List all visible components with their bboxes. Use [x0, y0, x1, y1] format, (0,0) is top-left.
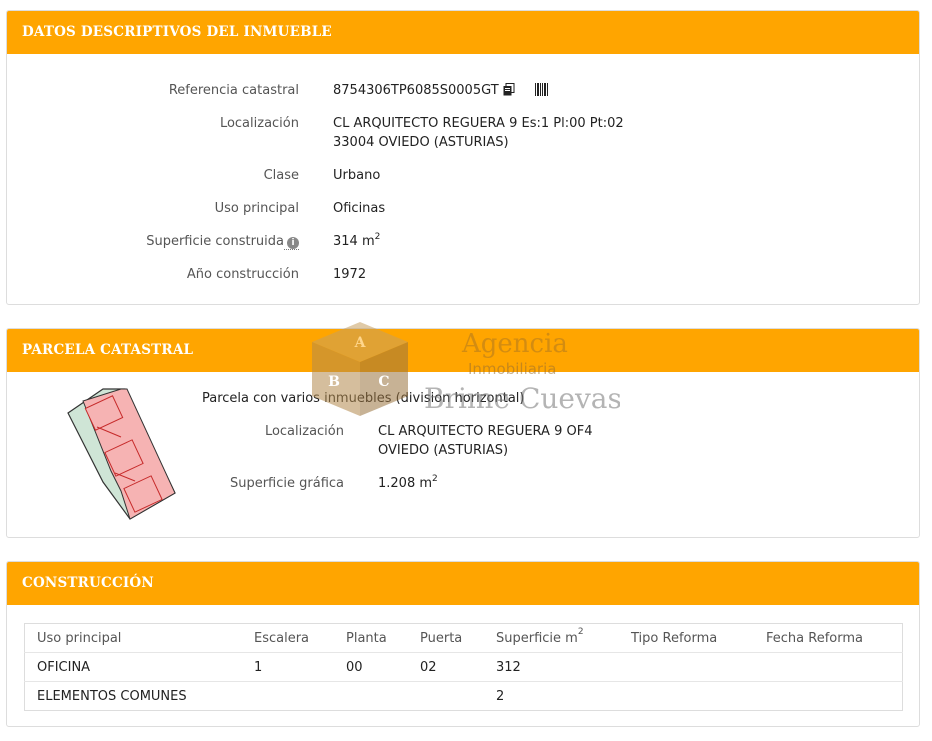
col-tipo-reforma: Tipo Reforma: [631, 630, 718, 646]
sup-label-row: Superficie construida i: [146, 232, 299, 251]
table-row: ELEMENTOS COMUNES 2: [24, 681, 903, 711]
parcela-sup-value: 1.208 m: [378, 476, 433, 491]
construccion-panel-title: CONSTRUCCIÓN: [7, 562, 919, 605]
sup-label: Superficie construida: [146, 234, 284, 249]
cell: 312: [484, 652, 619, 682]
ref-value-row: 8754306TP6085S0005GT: [333, 81, 549, 100]
cell: 2: [484, 681, 619, 711]
loc-line1: CL ARQUITECTO REGUERA 9 Es:1 Pl:00 Pt:02: [333, 116, 624, 131]
col-superficie: Superficie m2: [484, 624, 619, 653]
info-icon-wrap[interactable]: i: [284, 234, 299, 250]
parcela-desc: Parcela con varios inmuebles (division h…: [202, 391, 525, 406]
ref-label: Referencia catastral: [168, 83, 299, 98]
ref-value: 8754306TP6085S0005GT: [333, 83, 499, 98]
anio-label: Año construcción: [186, 267, 299, 282]
construccion-table: Uso principal Escalera Planta Puerta Sup…: [24, 623, 903, 711]
table-header-row: Uso principal Escalera Planta Puerta Sup…: [25, 624, 903, 653]
clase-label: Clase: [263, 168, 299, 183]
table-row: OFICINA 1 00 02 312: [24, 652, 903, 682]
anio-value: 1972: [333, 267, 367, 282]
parcel-map[interactable]: [65, 387, 180, 523]
cell: 00: [334, 652, 408, 682]
parcela-sup-label: Superficie gráfica: [229, 476, 344, 491]
parcela-loc-label: Localización: [264, 424, 344, 439]
sup-exponent: 2: [374, 232, 381, 242]
cell: [754, 681, 903, 711]
cell: [619, 652, 754, 682]
cell: 02: [408, 652, 484, 682]
datos-panel: DATOS DESCRIPTIVOS DEL INMUEBLE Referenc…: [6, 10, 920, 305]
loc-line2: 33004 OVIEDO (ASTURIAS): [333, 135, 509, 150]
col-puerta-label: Puerta: [420, 630, 463, 646]
parcela-loc-line2: OVIEDO (ASTURIAS): [378, 443, 509, 458]
sup-value-row: 314 m2: [333, 232, 380, 251]
cell: [334, 681, 408, 711]
clase-value: Urbano: [333, 168, 381, 183]
col-superficie-label: Superficie m: [496, 630, 578, 646]
parcela-panel: PARCELA CATASTRAL Parcela con varios inm…: [6, 328, 920, 538]
col-escalera: Escalera: [254, 630, 310, 646]
parcela-panel-title: PARCELA CATASTRAL: [7, 329, 919, 372]
cell: [242, 681, 334, 711]
sup-value: 314 m: [333, 234, 375, 249]
uso-label: Uso principal: [214, 201, 299, 216]
col-fecha-reforma: Fecha Reforma: [766, 630, 863, 646]
uso-value: Oficinas: [333, 201, 386, 216]
parcela-sup-row: 1.208 m2: [378, 474, 438, 493]
cell: [754, 652, 903, 682]
col-planta: Planta: [346, 630, 387, 646]
cell: [408, 681, 484, 711]
construccion-panel: CONSTRUCCIÓN Uso principal Escalera Plan…: [6, 561, 920, 727]
parcela-loc-line1: CL ARQUITECTO REGUERA 9 OF4: [378, 424, 593, 439]
col-uso: Uso principal: [37, 630, 122, 646]
datos-panel-title: DATOS DESCRIPTIVOS DEL INMUEBLE: [7, 11, 919, 54]
col-puerta: Puerta: [408, 624, 484, 653]
col-superficie-exp: 2: [577, 626, 584, 637]
cell: OFICINA: [24, 652, 242, 682]
loc-label: Localización: [219, 116, 299, 131]
cell: ELEMENTOS COMUNES: [24, 681, 242, 711]
copy-icon[interactable]: [503, 83, 515, 96]
barcode-icon[interactable]: [534, 83, 549, 96]
info-icon[interactable]: i: [287, 237, 299, 249]
cell: [619, 681, 754, 711]
cell: 1: [242, 652, 334, 682]
parcela-sup-exponent: 2: [432, 474, 438, 484]
